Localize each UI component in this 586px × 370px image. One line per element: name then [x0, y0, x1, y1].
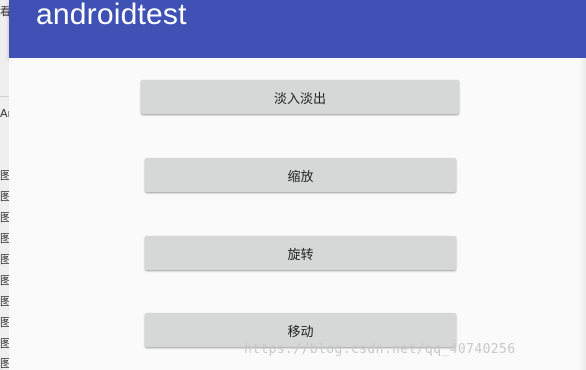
window-edge-shadow — [578, 58, 586, 370]
app-bar: androidtest — [9, 0, 586, 58]
screen: 看 Ar 图 图 图 图 图 图 图 图 图 图 androidtest 淡入淡… — [0, 0, 586, 370]
rotate-button[interactable]: 旋转 — [145, 236, 456, 270]
scale-button[interactable]: 缩放 — [145, 158, 456, 192]
fade-button[interactable]: 淡入淡出 — [141, 80, 459, 114]
watermark-text: https://blog.csdn.net/qq_40740256 — [244, 342, 516, 357]
app-title: androidtest — [36, 0, 187, 31]
content-area: 淡入淡出 缩放 旋转 移动 — [9, 58, 586, 370]
